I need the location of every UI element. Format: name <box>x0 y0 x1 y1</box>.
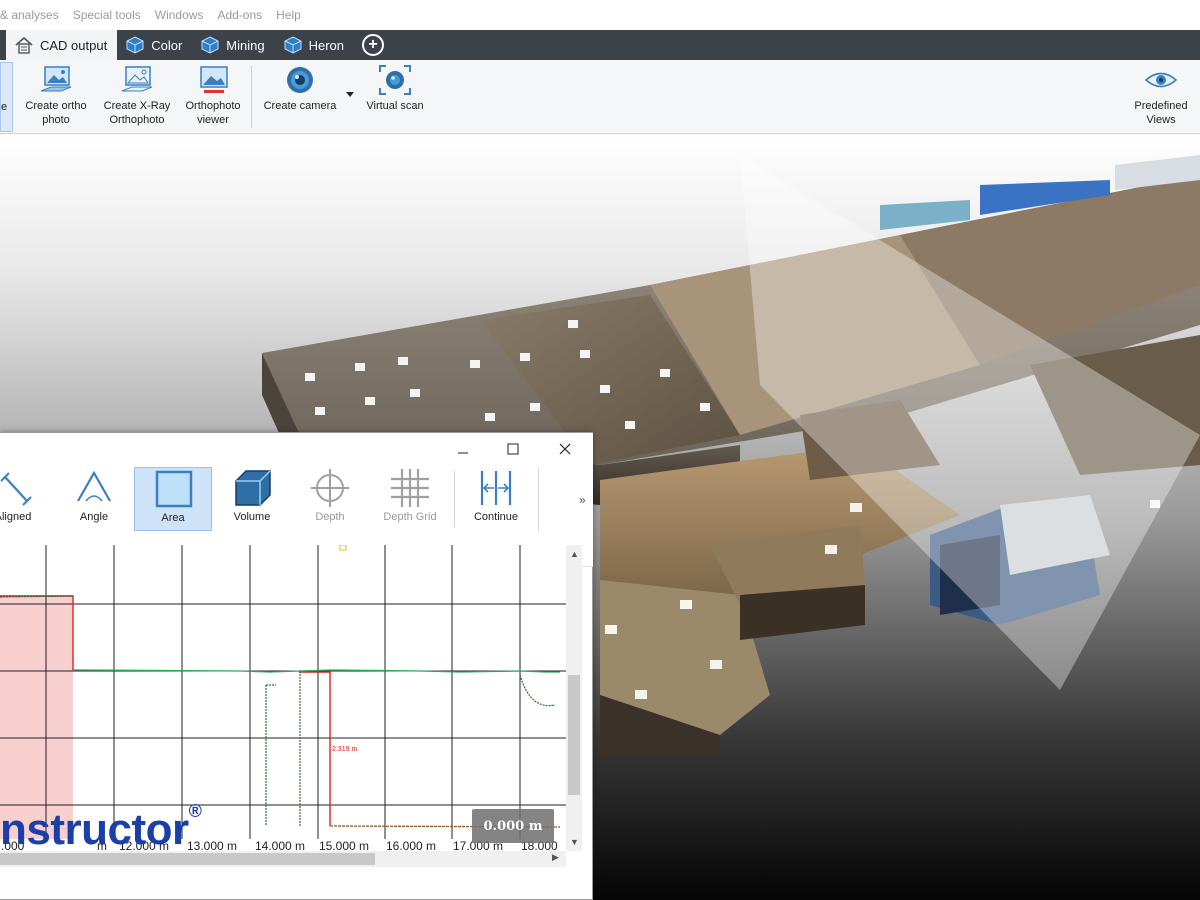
profile-scan-points <box>0 595 556 826</box>
tool-label: Volume <box>233 511 271 523</box>
depth-crosshair-icon <box>308 467 352 509</box>
tab-mining[interactable]: Mining <box>192 30 274 60</box>
tool-angle[interactable]: Angle <box>55 467 133 531</box>
maximize-icon <box>507 443 519 455</box>
scroll-down-icon[interactable]: ▼ <box>570 837 579 847</box>
scrollbar-thumb[interactable] <box>0 853 375 865</box>
toolbar-end-separator <box>538 467 539 531</box>
add-tab-button[interactable]: + <box>354 30 392 60</box>
camera-lens-icon <box>282 64 318 96</box>
tab-color[interactable]: Color <box>117 30 192 60</box>
cad-house-icon <box>14 36 34 54</box>
close-icon <box>559 443 571 455</box>
brand-watermark: nstructor® <box>0 801 202 855</box>
ribbon-tab-bar: CAD output Color Mining Heron + <box>0 30 1200 60</box>
chevron-down-icon[interactable] <box>346 92 354 97</box>
tool-depth[interactable]: Depth <box>291 467 369 531</box>
button-label: Virtual scan <box>366 100 424 112</box>
menu-special-tools[interactable]: Special tools <box>73 8 141 22</box>
button-label: Create camera <box>263 100 337 112</box>
tool-label: Aligned <box>0 511 32 523</box>
orthophoto-viewer-button[interactable]: Orthophoto viewer <box>180 64 246 130</box>
partial-button-label: e <box>1 101 8 113</box>
cube-icon <box>125 36 145 54</box>
angle-icon <box>72 467 116 509</box>
menu-help[interactable]: Help <box>276 8 301 22</box>
close-button[interactable] <box>550 437 580 461</box>
dimension-label: 2.319 m <box>332 746 357 753</box>
eye-icon <box>1143 64 1179 96</box>
window-title-bar[interactable] <box>0 433 593 465</box>
create-ortho-photo-button[interactable]: Create ortho photo <box>20 64 92 130</box>
tool-label: Continue <box>473 511 519 523</box>
orthophoto-viewer-icon <box>195 64 231 96</box>
tool-label: Depth Grid <box>383 511 437 523</box>
continue-icon <box>474 467 518 509</box>
maximize-button[interactable] <box>498 437 528 461</box>
tab-cad-output[interactable]: CAD output <box>6 30 118 60</box>
tool-aligned[interactable]: Aligned <box>0 467 48 531</box>
profile-drawing: 2.319 m <box>0 545 566 839</box>
create-xray-orthophoto-button[interactable]: Create X-Ray Orthophoto <box>98 64 176 130</box>
virtual-scan-icon <box>377 64 413 96</box>
menu-add-ons[interactable]: Add-ons <box>217 8 262 22</box>
tab-heron[interactable]: Heron <box>275 30 354 60</box>
menu-analyses[interactable]: & analyses <box>0 8 59 22</box>
toolbar-overflow-button[interactable]: » <box>579 493 586 507</box>
vertical-scrollbar[interactable]: ▲ ▼ <box>566 545 582 851</box>
button-label: Orthophoto viewer <box>185 100 241 126</box>
brand-text: nstructor <box>0 805 189 854</box>
measurement-readout: 0.000 m <box>472 809 554 843</box>
scroll-right-icon[interactable]: ▶ <box>552 852 559 863</box>
virtual-scan-button[interactable]: Virtual scan <box>360 64 430 130</box>
cube-icon <box>283 36 303 54</box>
area-icon <box>151 468 195 510</box>
volume-cube-icon <box>230 467 274 509</box>
scrollbar-thumb[interactable] <box>568 675 580 795</box>
grid-lines <box>0 545 566 839</box>
tool-volume[interactable]: Volume <box>213 467 291 531</box>
tool-label: Depth <box>315 511 345 523</box>
cube-icon <box>200 36 220 54</box>
horizontal-scrollbar[interactable]: ▶ <box>0 851 566 867</box>
minimize-button[interactable] <box>448 437 478 461</box>
toolbar-separator <box>454 471 455 527</box>
app-window: & analyses Special tools Windows Add-ons… <box>0 0 1200 900</box>
minimize-icon <box>458 452 468 454</box>
measured-area-fill <box>0 595 73 839</box>
tool-continue[interactable]: Continue <box>457 467 535 531</box>
depth-grid-icon <box>388 467 432 509</box>
predefined-views-button[interactable]: Predefined Views <box>1128 64 1194 130</box>
button-label: Create X-Ray Orthophoto <box>103 100 171 126</box>
tab-label: Heron <box>308 37 344 53</box>
tab-label: Color <box>151 37 183 53</box>
plus-circle-icon: + <box>362 34 384 56</box>
ribbon-toolbar: e Create ortho photo Create X-Ray Orthop… <box>0 60 1200 134</box>
menu-windows[interactable]: Windows <box>155 8 204 22</box>
measurement-window: Aligned Angle Area Volume <box>0 432 593 900</box>
tool-depth-grid[interactable]: Depth Grid <box>371 467 449 531</box>
ribbon-separator <box>251 66 252 128</box>
scroll-up-icon[interactable]: ▲ <box>570 549 579 559</box>
aligned-measure-icon <box>0 467 35 509</box>
tab-label: CAD output <box>40 37 108 53</box>
xray-orthophoto-icon <box>119 64 155 96</box>
registered-mark: ® <box>188 801 202 821</box>
marker-point <box>339 545 347 551</box>
tab-label: Mining <box>226 37 265 53</box>
section-profile-view[interactable]: 2.319 m <box>0 545 566 839</box>
ortho-photo-icon <box>38 64 74 96</box>
ribbon-selected-button-partial[interactable]: e <box>0 62 13 132</box>
create-camera-button[interactable]: Create camera <box>258 64 342 130</box>
tool-area[interactable]: Area <box>134 467 212 531</box>
tool-label: Angle <box>79 511 109 523</box>
button-label: Create ortho photo <box>25 100 87 126</box>
menu-bar: & analyses Special tools Windows Add-ons… <box>0 0 1200 30</box>
tool-label: Area <box>161 512 185 524</box>
button-label: Predefined Views <box>1134 100 1188 126</box>
